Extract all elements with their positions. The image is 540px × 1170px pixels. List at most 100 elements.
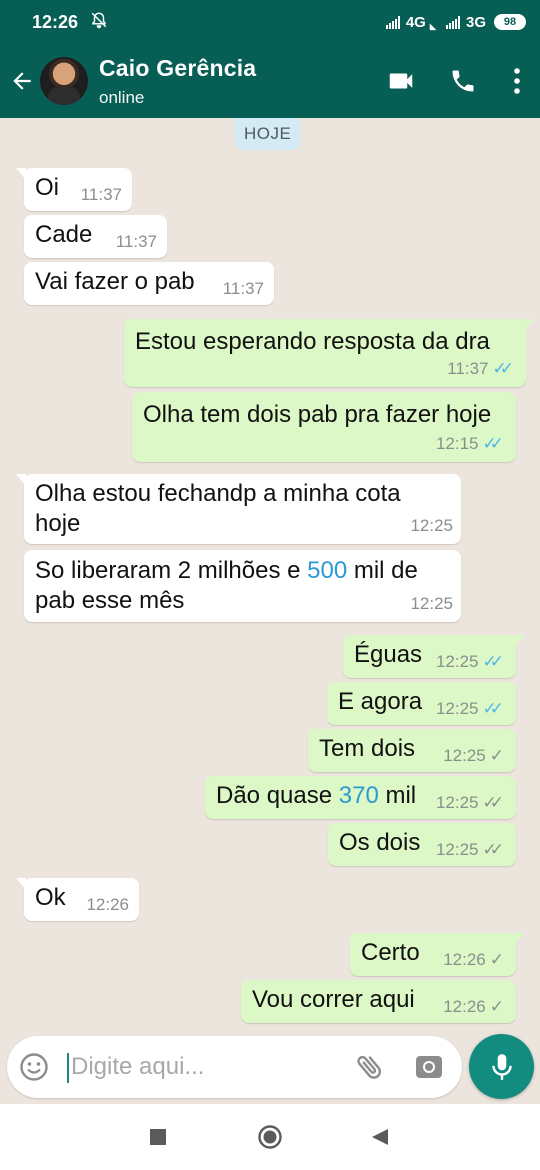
message-meta: 11:37 <box>223 279 264 299</box>
message-time: 12:25 <box>435 793 479 812</box>
incoming-message[interactable]: Olha estou fechandp a minha cota hoje 12… <box>16 474 461 544</box>
message-time: 11:37 <box>447 359 489 378</box>
message-input[interactable] <box>71 1036 341 1098</box>
message-text: Cade <box>35 221 93 248</box>
message-time: 12:25 <box>435 699 479 718</box>
back-icon[interactable] <box>371 1128 389 1151</box>
message-meta: 12:25 ✓✓ <box>436 840 504 860</box>
attach-icon[interactable] <box>354 1051 386 1083</box>
emoji-icon[interactable] <box>19 1052 49 1082</box>
message-time: 11:37 <box>115 232 157 251</box>
sent-tick-icon: ✓ <box>489 746 504 765</box>
delivered-ticks-icon: ✓✓ <box>482 793 504 812</box>
phone-number-link[interactable]: 500 <box>307 557 347 584</box>
signal-icon <box>445 15 460 29</box>
chat-header: Caio Gerência online <box>0 44 540 118</box>
battery-icon: 98 <box>494 14 526 30</box>
outgoing-message[interactable]: Dão quase 370 mil 12:25 ✓✓ <box>205 776 516 819</box>
message-composer <box>7 1036 462 1098</box>
message-time: 12:26 <box>443 950 486 969</box>
camera-icon[interactable] <box>414 1052 444 1082</box>
message-text: Olha estou fechandp a minha cota hoje <box>35 480 401 537</box>
message-time: 12:25 <box>435 840 479 859</box>
message-meta: 12:26 ✓ <box>443 997 504 1017</box>
message-time: 12:26 <box>443 997 486 1016</box>
message-time: 11:37 <box>222 279 264 298</box>
message-meta: 11:37 <box>116 232 157 252</box>
header-actions <box>370 44 540 118</box>
message-meta: 12:25 <box>410 594 453 614</box>
text-cursor <box>67 1053 69 1083</box>
video-call-icon[interactable] <box>370 44 432 118</box>
message-time: 12:25 <box>435 652 479 671</box>
phone-number-link[interactable]: 370 <box>339 782 379 809</box>
sent-tick-icon: ✓ <box>489 950 504 969</box>
message-text: Estou esperando resposta da dra <box>135 328 490 355</box>
incoming-message[interactable]: Cade 11:37 <box>24 215 167 258</box>
home-icon[interactable] <box>258 1125 282 1154</box>
read-ticks-icon: ✓✓ <box>492 359 514 378</box>
contact-name: Caio Gerência <box>99 54 257 81</box>
recents-icon[interactable] <box>150 1129 166 1150</box>
outgoing-message[interactable]: Tem dois 12:25 ✓ <box>308 729 516 772</box>
message-text: Oi <box>35 174 59 201</box>
message-text: Vai fazer o pab <box>35 268 195 295</box>
outgoing-message[interactable]: Certo 12:26 ✓ <box>350 933 524 976</box>
incoming-message[interactable]: So liberaram 2 milhões e 500 mil de pab … <box>24 550 461 622</box>
contact-info[interactable]: Caio Gerência online <box>99 55 256 108</box>
status-indicators: 4G ◣ 3G 98 <box>385 13 526 31</box>
system-navbar <box>0 1104 540 1170</box>
message-text: Tem dois <box>319 735 416 762</box>
message-meta: 12:25 <box>410 516 453 536</box>
avatar[interactable] <box>40 57 88 105</box>
message-text: Certo <box>361 939 420 966</box>
message-time: 12:25 <box>410 516 453 535</box>
outgoing-message[interactable]: Estou esperando resposta da dra 11:37 ✓✓ <box>124 319 534 387</box>
mic-icon[interactable] <box>469 1034 534 1099</box>
message-time: 12:15 <box>435 434 479 453</box>
outgoing-message[interactable]: Vou correr aqui 12:26 ✓ <box>241 980 516 1023</box>
status-bar: 12:26 4G ◣ 3G 98 <box>0 0 540 44</box>
message-meta: 12:15 ✓✓ <box>436 434 504 454</box>
voice-call-icon[interactable] <box>432 44 494 118</box>
message-text: Os dois <box>339 829 421 856</box>
more-vert-icon[interactable] <box>494 44 540 118</box>
message-meta: 12:25 ✓ <box>443 746 504 766</box>
message-text: So liberaram 2 milhões e 500 mil de pab … <box>35 557 418 614</box>
read-ticks-icon: ✓✓ <box>482 652 504 671</box>
incoming-message[interactable]: Oi 11:37 <box>16 168 132 211</box>
message-text: Éguas <box>354 641 423 668</box>
delivered-ticks-icon: ✓✓ <box>482 840 504 859</box>
message-time: 12:25 <box>443 746 486 765</box>
outgoing-message[interactable]: Éguas 12:25 ✓✓ <box>343 635 524 678</box>
sent-tick-icon: ✓ <box>489 997 504 1016</box>
network-type-1: 4G <box>405 13 426 31</box>
message-time: 12:25 <box>410 594 453 613</box>
message-meta: 12:26 ✓ <box>443 950 504 970</box>
message-text: Dão quase 370 mil <box>216 782 417 809</box>
incoming-message[interactable]: Ok 12:26 <box>16 878 139 921</box>
message-text: E agora <box>338 688 423 715</box>
read-ticks-icon: ✓✓ <box>482 699 504 718</box>
message-text: Vou correr aqui <box>252 986 415 1013</box>
message-meta: 11:37 <box>81 185 122 205</box>
contact-presence: online <box>99 87 145 107</box>
date-chip: HOJE <box>235 118 301 150</box>
message-meta: 12:25 ✓✓ <box>436 699 504 719</box>
mute-notification-icon <box>90 11 108 34</box>
incoming-message[interactable]: Vai fazer o pab 11:37 <box>24 262 274 305</box>
message-time: 12:26 <box>86 895 129 914</box>
network-type-2: 3G <box>465 13 486 31</box>
message-meta: 11:37 ✓✓ <box>447 359 514 379</box>
message-time: 11:37 <box>80 185 122 204</box>
message-text: Ok <box>35 884 66 911</box>
outgoing-message[interactable]: Os dois 12:25 ✓✓ <box>328 823 516 866</box>
message-meta: 12:26 <box>86 895 129 915</box>
signal-icon <box>385 15 400 29</box>
message-meta: 12:25 ✓✓ <box>436 652 504 672</box>
status-time: 12:26 <box>32 11 79 32</box>
chat-area[interactable]: HOJE Oi 11:37 Cade 11:37 Vai fazer o pab… <box>0 118 540 1036</box>
outgoing-message[interactable]: E agora 12:25 ✓✓ <box>327 682 516 725</box>
back-arrow-icon[interactable] <box>2 44 42 118</box>
outgoing-message[interactable]: Olha tem dois pab pra fazer hoje 12:15 ✓… <box>132 392 516 462</box>
